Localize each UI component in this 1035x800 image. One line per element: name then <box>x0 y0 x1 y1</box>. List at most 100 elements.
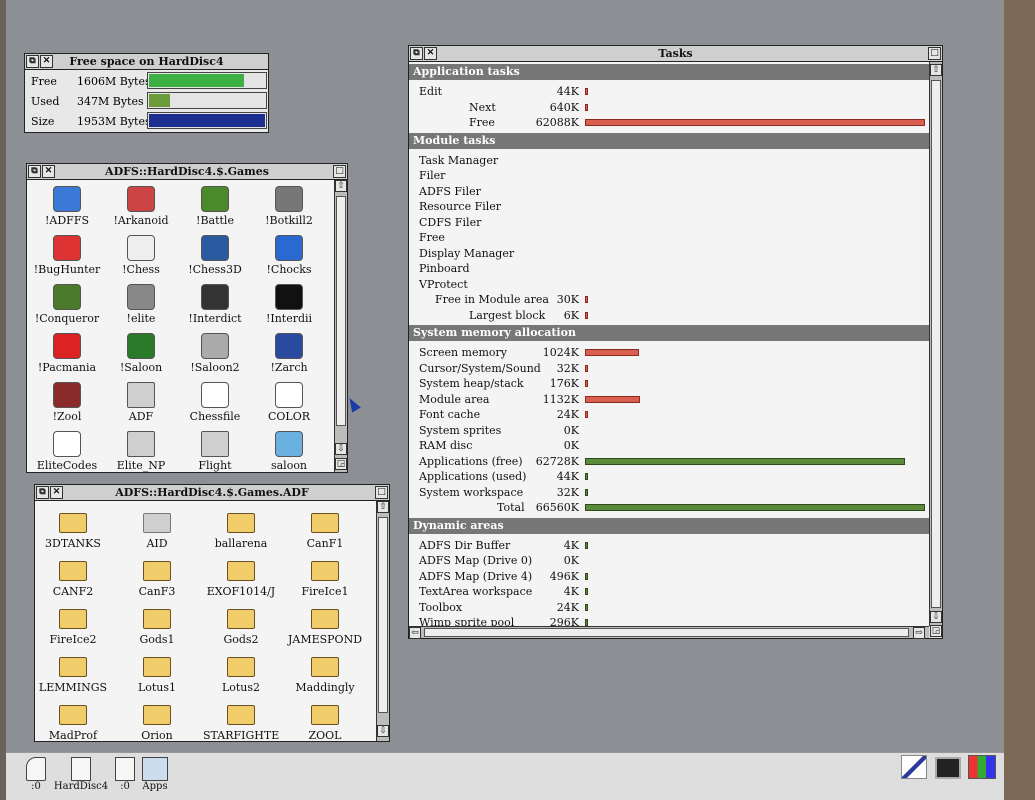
filer-item[interactable]: !Botkill2 <box>251 184 327 232</box>
filer-item[interactable]: Chessfile <box>177 380 253 428</box>
filer-item[interactable]: Elite_NP <box>103 429 179 477</box>
filer-item[interactable]: CANF2 <box>35 555 111 603</box>
task-memory-bar[interactable] <box>585 364 588 372</box>
task-memory-bar[interactable] <box>585 541 588 549</box>
scroll-down-arrow[interactable]: ⇩ <box>377 725 389 737</box>
back-button[interactable]: ⧉ <box>26 55 39 68</box>
filer-item[interactable]: ballarena <box>203 507 279 555</box>
free-space-titlebar[interactable]: ⧉ ✕ Free space on HardDisc4 <box>25 54 268 70</box>
filer-item[interactable]: LEMMINGS <box>35 651 111 699</box>
task-memory-bar[interactable] <box>585 296 588 303</box>
resize-handle[interactable]: ◲ <box>335 458 347 470</box>
toggle-size-button[interactable]: □ <box>928 47 941 60</box>
task-row[interactable]: Font cache 24K <box>409 407 929 422</box>
scroll-down-arrow[interactable]: ⇩ <box>335 443 347 455</box>
scroll-up-arrow[interactable]: ⇧ <box>930 64 942 76</box>
scroll-thumb[interactable] <box>931 80 941 608</box>
filer-item[interactable]: !BugHunter <box>29 233 105 281</box>
task-row[interactable]: Cursor/System/Sound 32K <box>409 361 929 376</box>
filer-item[interactable]: !Battle <box>177 184 253 232</box>
filer-item[interactable]: Gods2 <box>203 603 279 651</box>
filer-item[interactable]: JAMESPOND <box>287 603 363 651</box>
task-row[interactable]: Screen memory 1024K <box>409 345 929 360</box>
task-memory-bar[interactable] <box>585 88 588 95</box>
filer-item[interactable]: STARFIGHTE <box>203 699 279 747</box>
adf-filer-window[interactable]: ⧉ ✕ ADFS::HardDisc4.$.Games.ADF □ 3DTANK… <box>34 484 390 742</box>
back-button[interactable]: ⧉ <box>36 486 49 499</box>
filer-item[interactable]: Lotus1 <box>119 651 195 699</box>
task-row[interactable]: Resource Filer <box>409 199 929 214</box>
hard-disc[interactable]: HardDisc4 <box>50 757 112 792</box>
task-memory-bar[interactable] <box>585 411 588 418</box>
filer-item[interactable]: !Zarch <box>251 331 327 379</box>
free-space-window[interactable]: ⧉ ✕ Free space on HardDisc4 Free 1606M B… <box>24 53 269 133</box>
tasks-titlebar[interactable]: ⧉ ✕ Tasks □ <box>409 46 942 62</box>
task-memory-bar[interactable] <box>585 103 588 111</box>
back-button[interactable]: ⧉ <box>410 47 423 60</box>
scroll-up-arrow[interactable]: ⇧ <box>335 180 347 192</box>
close-button[interactable]: ✕ <box>42 165 55 178</box>
filer-item[interactable]: !Interdii <box>251 282 327 330</box>
filer-item[interactable]: Orion <box>119 699 195 747</box>
task-row[interactable]: Next 640K <box>409 100 929 115</box>
filer-item[interactable]: COLOR <box>251 380 327 428</box>
task-row[interactable]: System workspace 32K <box>409 485 929 500</box>
task-manager-icon[interactable] <box>968 755 996 779</box>
filer-item[interactable]: 3DTANKS <box>35 507 111 555</box>
close-button[interactable]: ✕ <box>424 47 437 60</box>
filer-item[interactable]: CanF1 <box>287 507 363 555</box>
task-memory-bar[interactable] <box>585 488 588 496</box>
resize-handle[interactable]: ◲ <box>930 625 942 637</box>
task-row[interactable]: TextArea workspace 4K <box>409 584 929 599</box>
filer-item[interactable]: !ADFFS <box>29 184 105 232</box>
task-memory-bar[interactable] <box>585 619 588 626</box>
filer-item[interactable]: Flight <box>177 429 253 477</box>
task-row[interactable]: Free 62088K <box>409 115 929 130</box>
filer-item[interactable]: Maddingly <box>287 651 363 699</box>
games-filer-window[interactable]: ⧉ ✕ ADFS::HardDisc4.$.Games □ !ADFFS !Ark… <box>26 163 348 473</box>
task-row[interactable]: Applications (free) 62728K <box>409 454 929 469</box>
task-row[interactable]: Toolbox 24K <box>409 600 929 615</box>
task-memory-bar[interactable] <box>585 380 588 387</box>
filer-item[interactable]: !Pacmania <box>29 331 105 379</box>
filer-item[interactable]: saloon <box>251 429 327 477</box>
task-row[interactable]: Display Manager <box>409 246 929 261</box>
task-memory-bar[interactable] <box>585 572 588 580</box>
task-memory-bar[interactable] <box>585 504 925 511</box>
task-row[interactable]: Largest block 6K <box>409 308 929 323</box>
ram-disc[interactable]: :0 <box>110 757 140 792</box>
task-memory-bar[interactable] <box>585 311 588 319</box>
filer-item[interactable]: ZOOL <box>287 699 363 747</box>
task-row[interactable]: VProtect <box>409 277 929 292</box>
task-row[interactable]: Task Manager <box>409 153 929 168</box>
task-row[interactable]: ADFS Map (Drive 4) 496K <box>409 569 929 584</box>
filer-item[interactable]: MadProf <box>35 699 111 747</box>
task-memory-bar[interactable] <box>585 349 639 356</box>
task-row[interactable]: Module area 1132K <box>409 392 929 407</box>
adf-titlebar[interactable]: ⧉ ✕ ADFS::HardDisc4.$.Games.ADF □ <box>35 485 389 501</box>
filer-item[interactable]: FireIce2 <box>35 603 111 651</box>
filer-item[interactable]: EXOF1014/J <box>203 555 279 603</box>
scroll-right-arrow[interactable]: ⇨ <box>913 627 925 639</box>
filer-item[interactable]: !Chess <box>103 233 179 281</box>
scroll-thumb[interactable] <box>378 517 388 713</box>
task-row[interactable]: Pinboard <box>409 261 929 276</box>
toggle-size-button[interactable]: □ <box>333 165 346 178</box>
scroll-left-arrow[interactable]: ⇦ <box>409 627 421 639</box>
scroll-up-arrow[interactable]: ⇧ <box>377 501 389 513</box>
filer-item[interactable]: !Arkanoid <box>103 184 179 232</box>
filer-item[interactable]: Gods1 <box>119 603 195 651</box>
task-row[interactable]: RAM disc 0K <box>409 438 929 453</box>
adf-scrollbar[interactable]: ⇧ ⇩ <box>376 501 389 741</box>
filer-item[interactable]: FireIce1 <box>287 555 363 603</box>
filer-item[interactable]: EliteCodes <box>29 429 105 477</box>
task-memory-bar[interactable] <box>585 395 640 403</box>
hscroll-thumb[interactable] <box>424 628 909 637</box>
display-icon[interactable] <box>935 757 961 779</box>
filer-item[interactable]: !Saloon <box>103 331 179 379</box>
task-row[interactable]: Free <box>409 230 929 245</box>
task-memory-bar[interactable] <box>585 457 905 465</box>
task-row[interactable]: ADFS Filer <box>409 184 929 199</box>
filer-item[interactable]: CanF3 <box>119 555 195 603</box>
tasks-window[interactable]: ⧉ ✕ Tasks □ Application tasks Edit 44K Next… <box>408 45 943 639</box>
